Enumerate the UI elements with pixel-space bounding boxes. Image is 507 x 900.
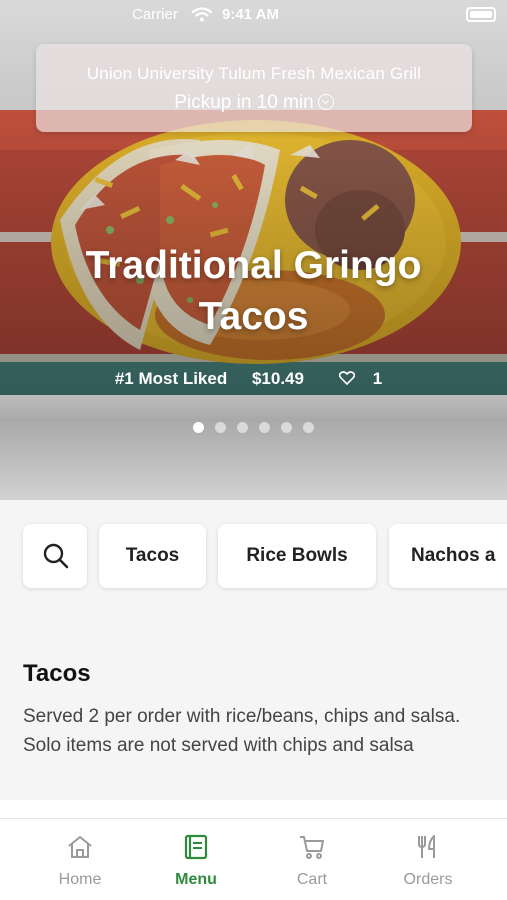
menu-section: Tacos Served 2 per order with rice/beans…: [0, 640, 507, 800]
featured-hero[interactable]: Carrier 9:41 AM Union University Tulum F…: [0, 0, 507, 500]
carousel-dot[interactable]: [215, 422, 226, 433]
carousel-dot[interactable]: [303, 422, 314, 433]
featured-price: $10.49: [251, 369, 304, 388]
store-name: Union University Tulum Fresh Mexican Gri…: [86, 64, 422, 83]
wifi-icon: [191, 7, 213, 26]
search-icon: [43, 543, 69, 569]
category-nachos[interactable]: Nachos a: [389, 524, 507, 588]
likes-count: 1: [372, 369, 383, 388]
search-button[interactable]: [23, 524, 87, 588]
tab-orders[interactable]: Orders: [378, 819, 478, 900]
store-selector[interactable]: Union University Tulum Fresh Mexican Gri…: [36, 44, 472, 132]
most-liked-badge: #1 Most Liked: [114, 369, 228, 388]
pickup-time: Pickup in 10 min: [36, 92, 472, 114]
list-start: [0, 800, 507, 818]
carousel-dot[interactable]: [281, 422, 292, 433]
carousel-page-indicator[interactable]: [0, 422, 507, 433]
tab-home[interactable]: Home: [30, 819, 130, 900]
battery-icon: [466, 7, 496, 22]
section-description: Served 2 per order with rice/beans, chip…: [23, 706, 461, 756]
menu-icon: [184, 834, 208, 860]
status-bar: Carrier 9:41 AM: [0, 0, 507, 32]
pickup-label: Pickup in 10 min: [174, 92, 314, 113]
likes-count-group[interactable]: 1: [329, 369, 392, 388]
carousel-dot[interactable]: [193, 422, 204, 433]
app-screen: Carrier 9:41 AM Union University Tulum F…: [0, 0, 507, 900]
tab-cart-label: Cart: [296, 871, 328, 888]
tab-menu[interactable]: Menu: [146, 819, 246, 900]
bottom-tab-bar: Home Menu Cart Orders: [0, 818, 507, 900]
featured-item-meta: #1 Most Liked $10.49 1: [0, 369, 507, 389]
fork-knife-icon: [418, 835, 435, 858]
cart-icon: [300, 836, 324, 859]
tab-cart[interactable]: Cart: [262, 819, 362, 900]
tab-home-label: Home: [58, 871, 102, 888]
carrier-label: Carrier: [132, 6, 178, 23]
featured-item-title: Traditional Gringo Tacos: [85, 244, 422, 338]
carousel-dot[interactable]: [259, 422, 270, 433]
category-rice-bowls[interactable]: Rice Bowls: [218, 524, 376, 588]
category-tacos[interactable]: Tacos: [99, 524, 206, 588]
chevron-down-circle-icon: [317, 93, 334, 110]
clock-time: 9:41 AM: [222, 6, 279, 23]
carousel-dot[interactable]: [237, 422, 248, 433]
category-bar: Tacos Rice Bowls Nachos a: [0, 524, 507, 588]
tab-orders-label: Orders: [403, 871, 453, 888]
tab-menu-label: Menu: [175, 871, 217, 888]
home-icon: [68, 836, 92, 858]
heart-icon: [338, 370, 355, 386]
section-title: Tacos: [23, 660, 91, 687]
